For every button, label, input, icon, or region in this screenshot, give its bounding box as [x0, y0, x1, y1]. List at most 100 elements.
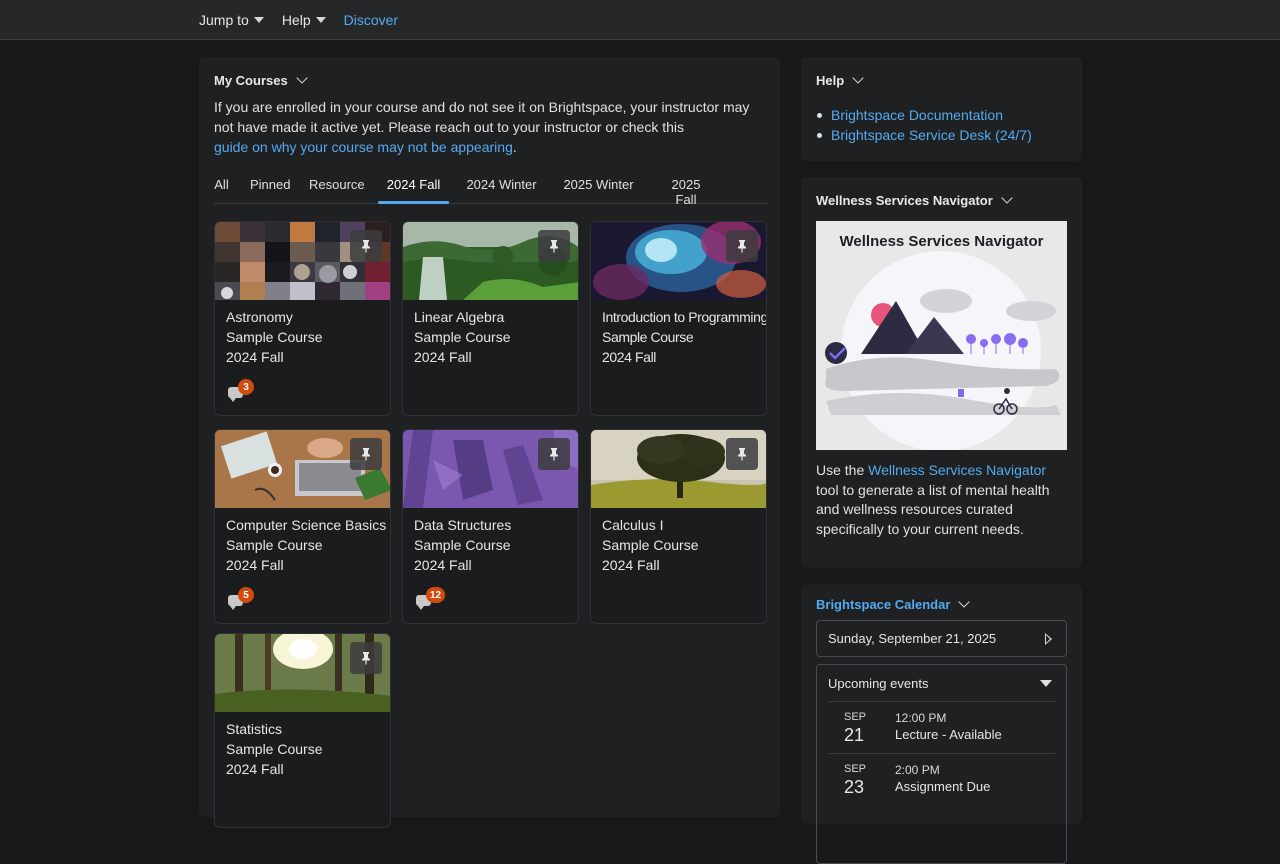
tab-2024-fall[interactable]: 2024 Fall: [378, 173, 449, 204]
tab-resource[interactable]: Resource: [309, 173, 365, 203]
course-term: 2024 Fall: [226, 761, 284, 777]
course-type: Sample Course: [226, 537, 323, 553]
pin-icon: [550, 240, 558, 253]
guide-link[interactable]: guide on why your course may not be appe…: [214, 139, 513, 155]
course-info: Data Structures Sample Course 2024 Fall: [414, 515, 511, 575]
pin-button[interactable]: [538, 230, 570, 262]
upcoming-events: Upcoming events SEP 21 12:00 PM Lecture …: [816, 664, 1067, 864]
tab-2024-winter[interactable]: 2024 Winter: [466, 173, 537, 203]
course-name: Linear Algebra: [414, 309, 505, 325]
chevron-down-icon: [958, 596, 971, 608]
wellness-title: Wellness Services Navigator: [816, 193, 993, 208]
event-time: 2:00 PM: [895, 763, 940, 777]
help-title: Help: [816, 73, 845, 88]
chevron-down-icon: [253, 16, 264, 23]
jump-to-label: Jump to: [199, 11, 249, 28]
current-date: Sunday, September 21, 2025: [828, 631, 997, 646]
event-day: 21: [844, 725, 865, 745]
course-term: 2024 Fall: [414, 349, 472, 365]
pin-icon: [738, 240, 746, 253]
service-desk-link[interactable]: Brightspace Service Desk (24/7): [831, 125, 1032, 145]
pin-button[interactable]: [350, 438, 382, 470]
my-courses-title: My Courses: [214, 73, 288, 88]
course-card-statistics[interactable]: Statistics Sample Course 2024 Fall: [214, 633, 391, 828]
event-day: 23: [844, 777, 865, 797]
pin-button[interactable]: [350, 642, 382, 674]
tab-2025-fall[interactable]: 2025 Fall: [660, 173, 712, 207]
wellness-banner[interactable]: Wellness Services Navigator: [816, 221, 1067, 450]
help-link-item: Brightspace Documentation: [817, 105, 1032, 125]
discover-link[interactable]: Discover: [344, 12, 398, 28]
wellness-desc-before: Use the: [816, 462, 869, 478]
course-card-data-structures[interactable]: Data Structures Sample Course 2024 Fall …: [402, 429, 579, 624]
course-card-computer-science-basics[interactable]: Computer Science Basics Sample Course 20…: [214, 429, 391, 624]
help-links: Brightspace Documentation Brightspace Se…: [817, 105, 1032, 145]
calendar-event[interactable]: SEP 23 2:00 PM Assignment Due: [828, 753, 1055, 805]
pin-button[interactable]: [726, 438, 758, 470]
course-card-intro-programming[interactable]: Introduction to Programming Sample Cours…: [590, 221, 767, 416]
event-month: SEP: [844, 763, 867, 775]
calendar-date-selector[interactable]: Sunday, September 21, 2025: [816, 620, 1067, 657]
notification-count: 12: [426, 587, 446, 603]
wellness-navigator-link[interactable]: Wellness Services Navigator: [868, 462, 1046, 478]
calendar-event[interactable]: SEP 21 12:00 PM Lecture - Available: [828, 701, 1055, 753]
course-type: Sample Course: [602, 537, 699, 553]
course-term: 2024 Fall: [226, 349, 284, 365]
event-time: 12:00 PM: [895, 711, 947, 725]
notification-count: 5: [238, 587, 254, 603]
event-name: Lecture - Available: [895, 727, 1002, 742]
course-info: Linear Algebra Sample Course 2024 Fall: [414, 307, 511, 367]
help-menu[interactable]: Help: [282, 12, 326, 28]
course-term: 2024 Fall: [602, 557, 660, 573]
help-header[interactable]: Help: [816, 72, 864, 88]
course-name: Computer Science Basics: [226, 517, 387, 533]
notification-count: 3: [238, 379, 254, 395]
wellness-header[interactable]: Wellness Services Navigator: [816, 192, 1013, 208]
brightspace-documentation-link[interactable]: Brightspace Documentation: [831, 105, 1003, 125]
top-navigation-bar: Jump to Help Discover: [0, 0, 1280, 40]
pin-icon: [362, 240, 370, 253]
event-name: Assignment Due: [895, 779, 991, 794]
next-date-icon[interactable]: [1045, 633, 1052, 645]
jump-to-menu[interactable]: Jump to: [199, 12, 264, 28]
calendar-header[interactable]: Brightspace Calendar: [816, 596, 971, 612]
tab-all[interactable]: All: [214, 173, 229, 203]
course-info: Calculus I Sample Course 2024 Fall: [602, 515, 699, 575]
chevron-down-icon: [296, 72, 308, 84]
tab-2025-winter[interactable]: 2025 Winter: [563, 173, 634, 203]
course-type: Sample Course: [602, 329, 694, 345]
collapse-icon[interactable]: [1040, 680, 1052, 687]
course-card-calculus-i[interactable]: Calculus I Sample Course 2024 Fall: [590, 429, 767, 624]
pin-button[interactable]: [350, 230, 382, 262]
wellness-banner-title: Wellness Services Navigator: [839, 233, 1044, 250]
course-name: Astronomy: [226, 309, 293, 325]
pin-icon: [362, 652, 370, 665]
pin-icon: [362, 448, 370, 461]
chevron-down-icon: [852, 72, 864, 84]
wellness-illustration: [825, 251, 1061, 450]
course-info: Introduction to Programming Sample Cours…: [602, 307, 766, 367]
pin-button[interactable]: [538, 438, 570, 470]
my-courses-widget: My Courses If you are enrolled in your c…: [199, 57, 780, 828]
tab-pinned[interactable]: Pinned: [250, 173, 290, 203]
upcoming-events-title[interactable]: Upcoming events: [828, 676, 928, 691]
my-courses-header[interactable]: My Courses: [214, 72, 308, 88]
help-widget: Help Brightspace Documentation Brightspa…: [801, 57, 1082, 161]
help-link-item: Brightspace Service Desk (24/7): [817, 125, 1032, 145]
course-info: Statistics Sample Course 2024 Fall: [226, 719, 323, 779]
wellness-widget: Wellness Services Navigator Wellness Ser…: [801, 177, 1082, 568]
course-term: 2024 Fall: [414, 557, 472, 573]
course-card-linear-algebra[interactable]: Linear Algebra Sample Course 2024 Fall: [402, 221, 579, 416]
course-info: Computer Science Basics Sample Course 20…: [226, 515, 386, 575]
calendar-title[interactable]: Brightspace Calendar: [816, 597, 950, 612]
pin-button[interactable]: [726, 230, 758, 262]
wellness-desc-after: tool to generate a list of mental health…: [816, 481, 1050, 537]
wellness-description: Use the Wellness Services Navigator tool…: [816, 461, 1056, 539]
help-label: Help: [281, 11, 311, 28]
course-name: Statistics: [226, 721, 283, 737]
intro-end: .: [512, 139, 517, 155]
course-type: Sample Course: [226, 329, 323, 345]
course-card-astronomy[interactable]: Astronomy Sample Course 2024 Fall 3: [214, 221, 391, 416]
course-type: Sample Course: [226, 741, 323, 757]
top-nav: Jump to Help Discover: [199, 0, 398, 39]
